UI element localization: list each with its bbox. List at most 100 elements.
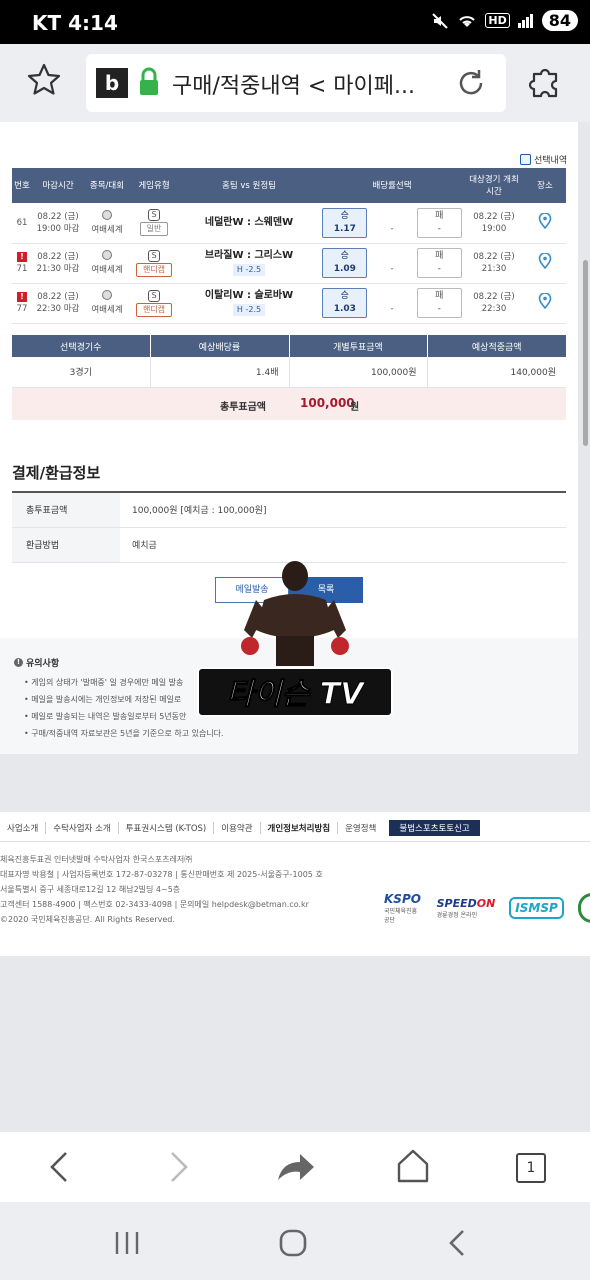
browser-bottom-toolbar: 1	[0, 1132, 590, 1202]
footer-link[interactable]: 투표권시스템 (K-TOS)	[119, 822, 215, 834]
col-header: 배당률선택	[320, 168, 464, 203]
footer-links: 사업소개 수탁사업자 소개 투표권시스템 (K-TOS) 이용약관 개인정보처리…	[0, 818, 480, 838]
col-header: 홈팀 vs 원정팀	[178, 168, 320, 203]
match-time-cell: 08.22 (금) 22:30	[464, 283, 524, 324]
kspo-logo[interactable]: KSPO 국민체육진흥공단	[384, 892, 423, 924]
odds-lose-button[interactable]: 패-	[416, 207, 462, 238]
site-favicon: b	[96, 68, 128, 98]
footer-link[interactable]: 운영정책	[338, 822, 383, 834]
tyson-tv-watermark: 타이슨 TV	[197, 561, 393, 717]
system-back-icon[interactable]	[446, 1228, 468, 1258]
deadline-date: 08.22 (금)	[37, 292, 79, 302]
games-table: 번호 마감시간 종목/대회 게임유형 홈팀 vs 원정팀 배당률선택 대상경기 …	[12, 168, 566, 324]
payment-value: 예치금	[120, 527, 566, 563]
payment-key: 총투표금액	[12, 492, 120, 528]
company-info-line: 대표자명 박용철 | 사업자등록번호 172-87-03278 | 통신판매번호…	[0, 870, 323, 879]
deadline-cell: 08.22 (금) 19:00 마감	[32, 203, 84, 244]
odds-win-button[interactable]: 승 1.09	[322, 248, 368, 278]
odds-lose-button[interactable]: 패-	[416, 288, 462, 318]
game-number: 61	[16, 217, 28, 228]
odds-draw: -	[390, 264, 394, 274]
venue-cell	[524, 203, 566, 244]
match-date: 08.22 (금)	[473, 252, 515, 262]
home-button-icon[interactable]	[278, 1228, 308, 1258]
odds-win-button[interactable]: 승 1.17	[322, 207, 368, 238]
col-header: 장소	[524, 168, 566, 203]
isms-logo[interactable]: ISMSP	[509, 897, 564, 919]
handicap-badge: H -2.5	[232, 304, 266, 316]
back-arrow-icon[interactable]	[46, 1150, 74, 1184]
league-cell: 여배세계	[84, 243, 130, 284]
game-type-cell: S 핸디캡	[130, 243, 178, 284]
page-scrollbar[interactable]	[583, 260, 588, 446]
total-bet-label: 총투표금액	[220, 402, 266, 413]
partner-logos: KSPO 국민체육진흥공단 SPEEDON 경륜경정 온라인 ISMSP	[384, 892, 590, 924]
footer-link-privacy[interactable]: 개인정보처리방침	[261, 822, 339, 834]
odds-draw: -	[390, 304, 394, 314]
odds-cell: 승 1.09 - 패-	[320, 243, 464, 284]
notice-list: 게임의 상태가 '발매중' 일 경우에만 메일 발송 메일을 발송시에는 개인정…	[24, 674, 224, 742]
col-header: 게임유형	[130, 168, 178, 203]
clock: 4:14	[68, 11, 118, 35]
odds-label: 승	[340, 210, 349, 221]
odds-label: 패	[435, 291, 444, 301]
odds-win-button[interactable]: 승 1.03	[322, 288, 368, 318]
venue-cell	[524, 283, 566, 324]
share-icon[interactable]	[276, 1152, 316, 1182]
url-text[interactable]: 구매/적중내역 < 마이페...	[172, 68, 442, 100]
teams-cell: 브라질W : 그리스W H -2.5	[178, 243, 320, 284]
company-info-line: 고객센터 1588-4900 | 팩스번호 02-3433-4098 | 문의메…	[0, 900, 309, 909]
signal-icon	[517, 13, 533, 28]
map-pin-icon[interactable]	[538, 293, 552, 309]
list-item: 게임의 상태가 '발매중' 일 경우에만 메일 발송	[24, 674, 224, 691]
footer-link[interactable]: 이용약관	[214, 822, 261, 834]
list-item: 메일을 발송시에는 개인정보에 저장된 메일로	[24, 691, 224, 708]
forward-arrow-icon[interactable]	[164, 1150, 192, 1184]
carrier-time: KT 4:14	[32, 11, 118, 35]
league-name: 여배세계	[91, 265, 123, 275]
deadline-date: 08.22 (금)	[37, 252, 79, 262]
game-number: 77	[16, 304, 28, 314]
payment-row: 총투표금액 100,000원 [예치금 : 100,000원]	[12, 492, 566, 528]
extensions-puzzle-icon[interactable]	[528, 64, 564, 100]
checkbox-box[interactable]	[520, 154, 531, 165]
map-pin-icon[interactable]	[538, 212, 552, 229]
recent-apps-icon[interactable]	[114, 1230, 140, 1256]
green-certification-logo[interactable]	[577, 893, 590, 923]
game-number: 71	[16, 264, 28, 274]
odds-label: 패	[435, 251, 444, 261]
report-illegal-button[interactable]: 불법스포츠토토신고	[389, 820, 480, 836]
tab-count-button[interactable]: 1	[516, 1153, 546, 1183]
single-game-icon: S	[148, 249, 160, 262]
match-date: 08.22 (금)	[473, 211, 515, 222]
list-item: 메일로 발송되는 내역은 발송일로부터 5년동안	[24, 708, 224, 725]
checkbox-label: 선택내역	[534, 156, 568, 166]
select-history-checkbox[interactable]: 선택내역	[520, 153, 567, 166]
footer-link[interactable]: 수탁사업자 소개	[46, 822, 119, 834]
odds-label: 승	[340, 291, 349, 301]
odds-cell: 승 1.17 - 패-	[320, 203, 464, 244]
lock-icon[interactable]	[138, 66, 160, 98]
row-number: 61	[12, 203, 32, 244]
odds-value: 1.09	[333, 264, 356, 274]
speedon-logo[interactable]: SPEEDON 경륜경정 온라인	[437, 897, 496, 919]
reload-icon[interactable]	[454, 66, 488, 100]
row-number: ! 71	[12, 243, 32, 284]
mute-icon	[432, 12, 449, 29]
home-icon[interactable]	[396, 1148, 430, 1184]
game-type-badge: 일반	[139, 222, 169, 237]
summary-header: 개별투표금액	[288, 335, 427, 357]
col-header: 대상경기 개최시간	[464, 168, 524, 203]
expected-win-amount: 140,000원	[426, 357, 566, 388]
footer-link[interactable]: 사업소개	[0, 822, 47, 834]
odds-lose-button[interactable]: 패-	[416, 248, 462, 278]
address-bar[interactable]: b 구매/적중내역 < 마이페...	[86, 54, 506, 112]
map-pin-icon[interactable]	[538, 253, 552, 269]
col-header: 번호	[12, 168, 32, 203]
col-header: 마감시간	[32, 168, 84, 203]
wifi-icon	[459, 15, 476, 27]
bookmark-star-icon[interactable]	[26, 62, 62, 98]
payment-key: 환급방법	[12, 527, 120, 563]
odds-label: 패	[435, 210, 444, 221]
match-time-cell: 08.22 (금) 21:30	[464, 243, 524, 284]
